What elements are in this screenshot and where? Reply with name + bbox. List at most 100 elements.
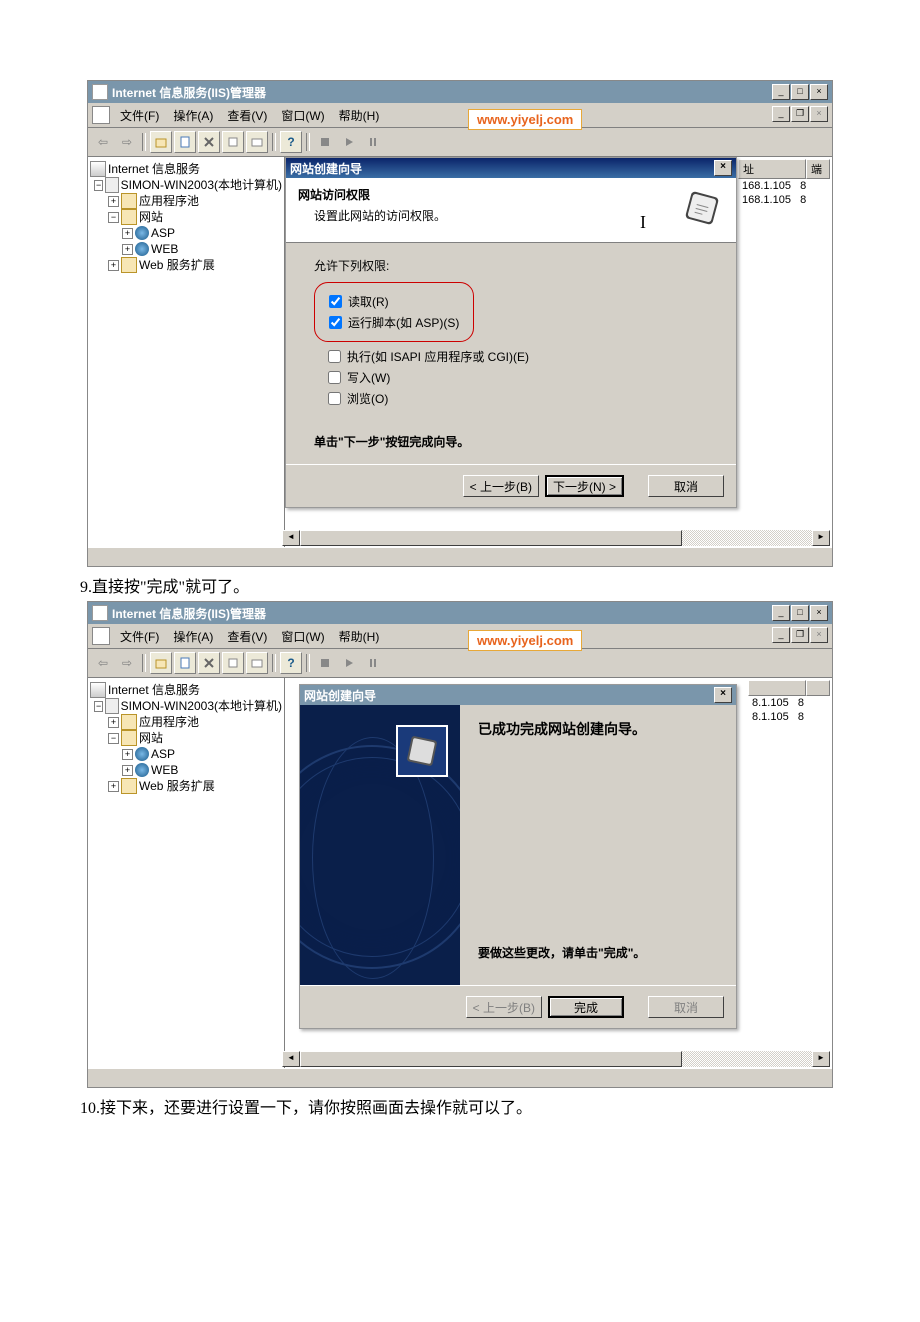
menu-window[interactable]: 窗口(W) (275, 105, 330, 126)
wizard-complete-msg: 要做这些更改，请单击"完成"。 (478, 944, 718, 961)
wizard-titlebar: 网站创建向导 × (286, 158, 736, 178)
finish-button[interactable]: 完成 (548, 996, 624, 1018)
minimize-button[interactable]: _ (772, 84, 790, 100)
menu-window[interactable]: 窗口(W) (275, 626, 330, 647)
wizard-close-button[interactable]: × (714, 160, 732, 176)
menu-file[interactable]: 文件(F) (114, 626, 165, 647)
menubar: 文件(F) 操作(A) 查看(V) 窗口(W) 帮助(H) (88, 624, 832, 649)
col-port[interactable]: 端 (806, 159, 830, 179)
window-title: Internet 信息服务(IIS)管理器 (112, 84, 772, 101)
menu-help[interactable]: 帮助(H) (333, 105, 386, 126)
forward-button[interactable]: ⇨ (116, 652, 138, 674)
properties-button[interactable] (174, 652, 196, 674)
menu-help[interactable]: 帮助(H) (333, 626, 386, 647)
up-button[interactable] (150, 131, 172, 153)
maximize-button[interactable]: □ (791, 84, 809, 100)
screenshot-1: Internet 信息服务(IIS)管理器 _ □ × 文件(F) 操作(A) … (87, 80, 833, 567)
window-titlebar: Internet 信息服务(IIS)管理器 _ □ × (88, 81, 832, 103)
delete-button[interactable] (198, 652, 220, 674)
horizontal-scrollbar[interactable]: ◄► (282, 1051, 830, 1067)
mdi-close-button[interactable]: × (810, 627, 828, 643)
start-button[interactable] (338, 652, 360, 674)
checkbox-write[interactable]: 写入(W) (328, 369, 708, 386)
tree-root[interactable]: Internet 信息服务 (90, 161, 282, 177)
pause-button[interactable] (362, 131, 384, 153)
tree-server[interactable]: −SIMON-WIN2003(本地计算机) (90, 177, 282, 193)
mdi-icon (92, 106, 110, 124)
mdi-minimize-button[interactable]: _ (772, 627, 790, 643)
checkbox-script[interactable]: 运行脚本(如 ASP)(S) (329, 314, 459, 331)
tree-ext[interactable]: +Web 服务扩展 (90, 778, 282, 794)
watermark: www.yiyelj.com (468, 630, 582, 651)
up-button[interactable] (150, 652, 172, 674)
tree-apppool[interactable]: +应用程序池 (90, 193, 282, 209)
mdi-minimize-button[interactable]: _ (772, 106, 790, 122)
close-button[interactable]: × (810, 605, 828, 621)
forward-button[interactable]: ⇨ (116, 131, 138, 153)
tree-web[interactable]: +WEB (90, 241, 282, 257)
list-panel: 8.1.105 8 8.1.105 8 网站创建向导 × 已成功完成网站创建向导… (285, 678, 832, 1068)
properties-button[interactable] (174, 131, 196, 153)
tree-panel: Internet 信息服务 −SIMON-WIN2003(本地计算机) +应用程… (88, 678, 285, 1068)
minimize-button[interactable]: _ (772, 605, 790, 621)
wizard-close-button[interactable]: × (714, 687, 732, 703)
maximize-button[interactable]: □ (791, 605, 809, 621)
mdi-icon (92, 627, 110, 645)
statusbar (88, 547, 832, 566)
export-button[interactable] (246, 131, 268, 153)
col-addr[interactable] (748, 680, 806, 696)
menu-view[interactable]: 查看(V) (221, 105, 273, 126)
col-addr[interactable]: 址 (738, 159, 806, 179)
back-button[interactable]: ⇦ (92, 131, 114, 153)
wizard-head-title: 网站访问权限 (298, 186, 680, 203)
ip-value: 168.1.105 (742, 180, 791, 192)
menu-action[interactable]: 操作(A) (167, 105, 219, 126)
checkbox-read[interactable]: 读取(R) (329, 293, 459, 310)
export-button[interactable] (246, 652, 268, 674)
text-cursor-icon: I (640, 212, 646, 233)
refresh-button[interactable] (222, 131, 244, 153)
tree-web[interactable]: +WEB (90, 762, 282, 778)
help-button[interactable]: ? (280, 131, 302, 153)
cancel-button: 取消 (648, 996, 724, 1018)
menu-action[interactable]: 操作(A) (167, 626, 219, 647)
wizard-titlebar: 网站创建向导 × (300, 685, 736, 705)
stop-button[interactable] (314, 652, 336, 674)
back-button[interactable]: ⇦ (92, 652, 114, 674)
menu-file[interactable]: 文件(F) (114, 105, 165, 126)
mdi-restore-button[interactable]: ❐ (791, 106, 809, 122)
statusbar (88, 1068, 832, 1087)
tree-asp[interactable]: +ASP (90, 746, 282, 762)
tree-root[interactable]: Internet 信息服务 (90, 682, 282, 698)
delete-button[interactable] (198, 131, 220, 153)
perm-label: 允许下列权限: (314, 257, 708, 274)
wizard-title: 网站创建向导 (304, 687, 376, 704)
tree-ext[interactable]: +Web 服务扩展 (90, 257, 282, 273)
refresh-button[interactable] (222, 652, 244, 674)
col-port[interactable] (806, 680, 830, 696)
tree-sites[interactable]: −网站 (90, 730, 282, 746)
pause-button[interactable] (362, 652, 384, 674)
start-button[interactable] (338, 131, 360, 153)
checkbox-browse[interactable]: 浏览(O) (328, 390, 708, 407)
next-button[interactable]: 下一步(N) > (545, 475, 624, 497)
tree-apppool[interactable]: +应用程序池 (90, 714, 282, 730)
mdi-close-button[interactable]: × (810, 106, 828, 122)
mdi-restore-button[interactable]: ❐ (791, 627, 809, 643)
horizontal-scrollbar[interactable]: ◄► (282, 530, 830, 546)
wizard-side-icon (396, 725, 448, 777)
close-button[interactable]: × (810, 84, 828, 100)
menu-view[interactable]: 查看(V) (221, 626, 273, 647)
stop-button[interactable] (314, 131, 336, 153)
tree-asp[interactable]: +ASP (90, 225, 282, 241)
help-button[interactable]: ? (280, 652, 302, 674)
back-button[interactable]: < 上一步(B) (463, 475, 539, 497)
wizard-complete-heading: 已成功完成网站创建向导。 (478, 719, 718, 739)
caption-10: 10.接下来，还要进行设置一下，请你按照画面去操作就可以了。 (80, 1094, 920, 1118)
checkbox-exec[interactable]: 执行(如 ISAPI 应用程序或 CGI)(E) (328, 348, 708, 365)
wizard-head-sub: 设置此网站的访问权限。 (314, 207, 680, 224)
tree-sites[interactable]: −网站 (90, 209, 282, 225)
tree-server[interactable]: −SIMON-WIN2003(本地计算机) (90, 698, 282, 714)
wizard-dialog: 网站创建向导 × 已成功完成网站创建向导。 要做这些更改，请单击"完成"。 < … (299, 684, 737, 1029)
cancel-button[interactable]: 取消 (648, 475, 724, 497)
